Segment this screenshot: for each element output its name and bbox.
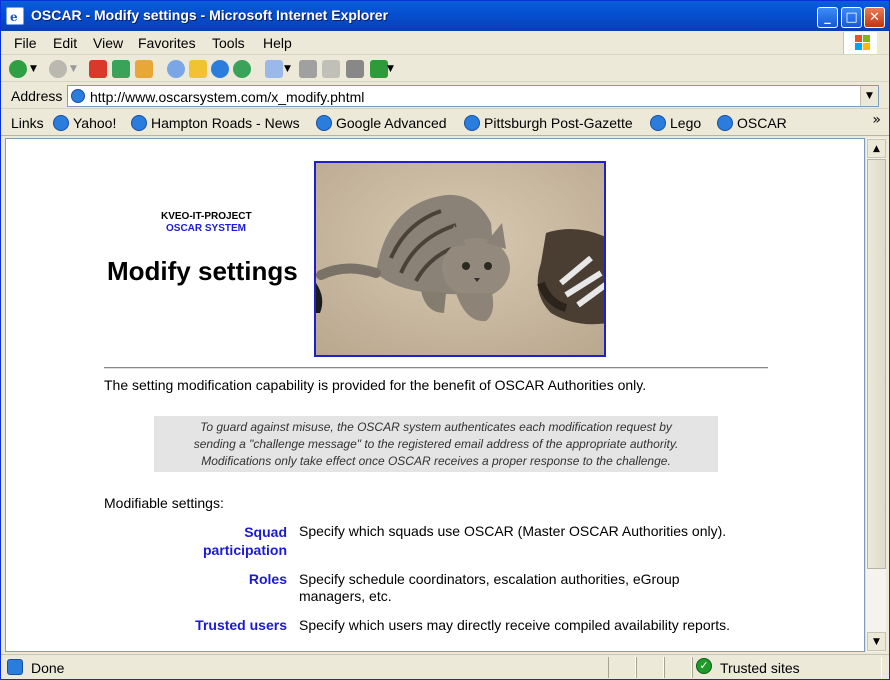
window-title: OSCAR - Modify settings - Microsoft Inte…: [31, 7, 389, 23]
security-notice: To guard against misuse, the OSCAR syste…: [154, 416, 718, 472]
status-pane: [636, 657, 664, 678]
back-icon[interactable]: [9, 60, 27, 78]
links-bar: Links Yahoo! Hampton Roads - News Google…: [1, 110, 889, 136]
setting-description-line: managers, etc.: [299, 588, 392, 604]
security-zone-label: Trusted sites: [720, 660, 800, 676]
status-pane: [664, 657, 692, 678]
setting-link-trusted-users[interactable]: Trusted users: [166, 617, 287, 633]
horizontal-divider: [104, 367, 768, 369]
stop-icon[interactable]: [89, 60, 107, 78]
standard-toolbar: ▼ ▼ ▼ ▼: [1, 56, 889, 82]
menu-bar: File Edit View Favorites Tools Help: [1, 31, 889, 55]
page-content: KVEO-IT-PROJECT OSCAR SYSTEM Modify sett…: [5, 138, 865, 652]
menu-favorites[interactable]: Favorites: [138, 35, 196, 51]
address-bar: Address http://www.oscarsystem.com/x_mod…: [1, 83, 889, 109]
intro-text: The setting modification capability is p…: [104, 377, 647, 393]
menu-help[interactable]: Help: [263, 35, 292, 51]
ie-page-icon: [71, 89, 85, 103]
modifiable-settings-label: Modifiable settings:: [104, 495, 224, 511]
link-hampton-roads-news[interactable]: Hampton Roads - News: [131, 115, 300, 131]
messenger-icon[interactable]: [370, 60, 388, 78]
setting-description: Specify which users may directly receive…: [299, 617, 730, 634]
link-lego[interactable]: Lego: [650, 115, 701, 131]
setting-name-line[interactable]: Squad: [186, 523, 287, 541]
cat-photo-illustration: [316, 163, 604, 355]
menu-edit[interactable]: Edit: [53, 35, 77, 51]
mail-icon[interactable]: [265, 60, 283, 78]
vertical-scrollbar[interactable]: ▲ ▼: [865, 138, 886, 652]
links-label[interactable]: Links: [11, 115, 44, 131]
setting-link-roles[interactable]: Roles: [186, 571, 287, 587]
setting-description-line: Specify which squads use OSCAR (Master O…: [299, 523, 727, 539]
setting-name-line[interactable]: Roles: [186, 571, 287, 587]
setting-description: Specify which squads use OSCAR (Master O…: [299, 523, 726, 540]
menu-view[interactable]: View: [93, 35, 123, 51]
history-icon[interactable]: [233, 60, 251, 78]
ie-page-icon: [7, 659, 23, 675]
status-bar: Done ✓ Trusted sites: [1, 654, 889, 679]
link-google-advanced[interactable]: Google Advanced: [316, 115, 447, 131]
scroll-down-arrow-icon[interactable]: ▼: [867, 632, 886, 651]
maximize-button[interactable]: □: [841, 7, 862, 28]
setting-name-line[interactable]: participation: [186, 541, 287, 559]
cat-photo: [314, 161, 606, 357]
media-icon[interactable]: [211, 60, 229, 78]
mail-dropdown-icon[interactable]: ▼: [284, 60, 294, 78]
notice-line: Modifications only take effect once OSCA…: [201, 454, 671, 468]
address-dropdown-icon[interactable]: ▼: [860, 86, 878, 106]
link-pittsburgh-post-gazette[interactable]: Pittsburgh Post-Gazette: [464, 115, 633, 131]
status-pane: [608, 657, 636, 678]
home-icon[interactable]: [135, 60, 153, 78]
refresh-icon[interactable]: [112, 60, 130, 78]
back-dropdown-icon[interactable]: ▼: [30, 60, 40, 78]
setting-link-squad-participation[interactable]: Squad participation: [186, 523, 287, 559]
link-yahoo[interactable]: Yahoo!: [53, 115, 116, 131]
setting-description-line: Specify which users may directly receive…: [299, 617, 731, 633]
notice-line: sending a "challenge message" to the reg…: [193, 437, 679, 451]
setting-description: Specify schedule coordinators, escalatio…: [299, 571, 680, 605]
close-button[interactable]: ✕: [864, 7, 885, 28]
title-bar[interactable]: e OSCAR - Modify settings - Microsoft In…: [1, 1, 889, 31]
setting-name-line[interactable]: Trusted users: [166, 617, 287, 633]
setting-description-line: Specify schedule coordinators, escalatio…: [299, 571, 680, 587]
search-icon[interactable]: [167, 60, 185, 78]
menu-tools[interactable]: Tools: [212, 35, 245, 51]
messenger-dropdown-icon[interactable]: ▼: [387, 60, 397, 78]
notice-line: To guard against misuse, the OSCAR syste…: [200, 420, 672, 434]
address-label: Address: [11, 88, 63, 104]
link-oscar[interactable]: OSCAR: [717, 115, 787, 131]
scroll-up-arrow-icon[interactable]: ▲: [867, 139, 886, 158]
project-label: KVEO-IT-PROJECT: [161, 211, 252, 222]
ie-page-icon[interactable]: e: [6, 7, 24, 25]
edit-icon[interactable]: [322, 60, 340, 78]
check-shield-icon: ✓: [696, 658, 712, 674]
forward-dropdown-icon[interactable]: ▼: [70, 60, 80, 78]
status-text: Done: [31, 660, 65, 676]
menu-file[interactable]: File: [14, 35, 37, 51]
forward-icon[interactable]: [49, 60, 67, 78]
address-url[interactable]: http://www.oscarsystem.com/x_modify.phtm…: [90, 89, 364, 105]
browser-window: e OSCAR - Modify settings - Microsoft In…: [0, 0, 890, 680]
system-label: OSCAR SYSTEM: [166, 223, 247, 234]
favorites-icon[interactable]: [189, 60, 207, 78]
discuss-icon[interactable]: [346, 60, 364, 78]
scroll-thumb[interactable]: [867, 159, 886, 569]
page-title: Modify settings: [107, 256, 298, 286]
address-input[interactable]: http://www.oscarsystem.com/x_modify.phtm…: [67, 85, 879, 107]
windows-logo-icon: [843, 32, 877, 54]
print-icon[interactable]: [299, 60, 317, 78]
links-more-chevron-icon[interactable]: »: [872, 112, 881, 128]
minimize-button[interactable]: _: [817, 7, 838, 28]
